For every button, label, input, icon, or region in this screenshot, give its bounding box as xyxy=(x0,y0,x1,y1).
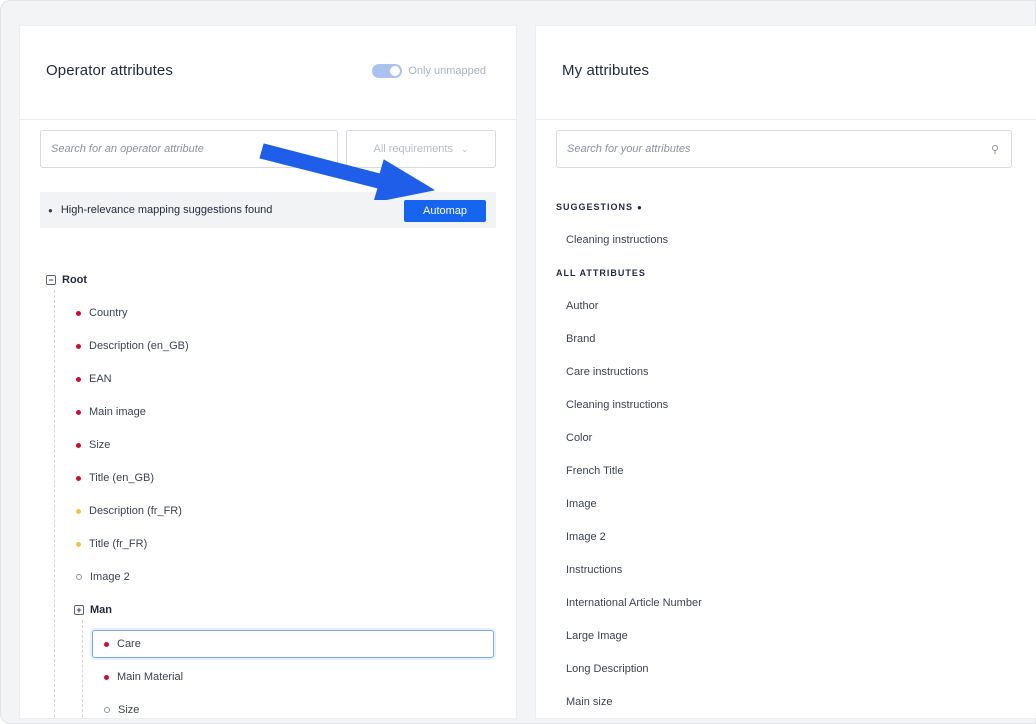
recommended-dot-icon xyxy=(76,508,81,514)
toggle-label: Only unmapped xyxy=(408,65,486,77)
tree-item[interactable]: Description (fr_FR) xyxy=(76,505,182,517)
tree-item-label: Size xyxy=(118,704,140,716)
tree-item-label: Main image xyxy=(89,406,146,418)
search-icon[interactable]: ⚲ xyxy=(991,143,999,156)
chevron-down-icon: ⌄ xyxy=(460,143,469,154)
suggestion-text: High-relevance mapping suggestions found xyxy=(60,204,273,216)
tree-item-label: Description (fr_FR) xyxy=(89,505,182,517)
tree-item-label: Title (en_GB) xyxy=(89,472,155,484)
operator-search-input[interactable]: Search for an operator attribute xyxy=(40,130,338,168)
required-dot-icon xyxy=(76,343,81,349)
attribute-list-item[interactable]: Color xyxy=(566,432,592,444)
tree-item-label: Main Material xyxy=(117,671,184,683)
attribute-list-item[interactable]: Instructions xyxy=(566,564,622,576)
man-label: Man xyxy=(90,604,112,616)
selected-item-highlight xyxy=(92,630,494,658)
my-attributes-header: My attributes xyxy=(536,26,1036,120)
automap-button[interactable]: Automap xyxy=(404,200,486,222)
suggested-attribute[interactable]: Cleaning instructions xyxy=(566,234,668,246)
optional-dot-icon xyxy=(76,574,82,580)
tree-item[interactable]: Title (en_GB) xyxy=(76,472,154,484)
attribute-list-item[interactable]: Image xyxy=(566,498,597,510)
tree-item-label: Description (en_GB) xyxy=(89,340,189,352)
attribute-list-item[interactable]: Cleaning instructions xyxy=(566,399,668,411)
toggle-switch[interactable] xyxy=(372,64,403,78)
expand-icon[interactable]: + xyxy=(74,605,84,615)
attribute-list-item[interactable]: International Article Number xyxy=(566,597,702,609)
tree-item[interactable]: Description (en_GB) xyxy=(76,340,189,352)
tree-item-label: Size xyxy=(89,439,111,451)
required-dot-icon xyxy=(76,442,81,448)
tree-item[interactable]: Country xyxy=(76,307,128,319)
requirements-select[interactable]: All requirements ⌄ xyxy=(346,130,496,168)
tree-item-label: Title (fr_FR) xyxy=(89,538,148,550)
tree-item[interactable]: Size xyxy=(76,439,110,451)
my-attributes-panel: My attributes Search for your attributes… xyxy=(536,26,1036,718)
attribute-list-item[interactable]: Brand xyxy=(566,333,595,345)
attribute-list-item[interactable]: Author xyxy=(566,300,598,312)
tree-item-label: Country xyxy=(89,307,128,319)
brain-icon: ● xyxy=(48,205,53,215)
attribute-list-item[interactable]: Large Image xyxy=(566,630,628,642)
tree-item[interactable]: Image 2 xyxy=(76,571,130,583)
tree-item[interactable]: Size xyxy=(104,704,139,716)
required-dot-icon xyxy=(76,310,81,316)
brain-icon: ● xyxy=(637,202,643,212)
tree-node-root[interactable]: − Root xyxy=(46,274,87,286)
required-dot-icon xyxy=(76,376,81,382)
my-attributes-search-input[interactable]: Search for your attributes ⚲ xyxy=(556,130,1012,168)
window-frame: Operator attributes Only unmapped Search… xyxy=(0,0,1036,724)
tree-item[interactable]: Main image xyxy=(76,406,146,418)
recommended-dot-icon xyxy=(76,541,81,547)
required-dot-icon xyxy=(76,409,81,415)
suggestions-heading-text: SUGGESTIONS xyxy=(556,202,634,212)
search-placeholder: Search for your attributes xyxy=(567,143,691,155)
tree-item-label: Image 2 xyxy=(90,571,130,583)
all-attributes-heading: ALL ATTRIBUTES xyxy=(556,268,646,278)
root-label: Root xyxy=(62,274,88,286)
attribute-list-item[interactable]: Care instructions xyxy=(566,366,649,378)
attribute-list-item[interactable]: French Title xyxy=(566,465,623,477)
tree-item-selected[interactable]: Care xyxy=(104,638,141,650)
my-attributes-title: My attributes xyxy=(562,62,650,79)
operator-panel-header: Operator attributes Only unmapped xyxy=(20,26,516,120)
suggestion-banner: ● High-relevance mapping suggestions fou… xyxy=(40,192,496,228)
collapse-icon[interactable]: − xyxy=(46,275,56,285)
required-dot-icon xyxy=(104,641,109,647)
optional-dot-icon xyxy=(104,707,110,713)
attribute-list-item[interactable]: Long Description xyxy=(566,663,649,675)
only-unmapped-toggle[interactable]: Only unmapped xyxy=(372,64,486,78)
tree-item[interactable]: Main Material xyxy=(104,671,183,683)
requirements-select-value: All requirements xyxy=(373,143,453,155)
tree-guide-line xyxy=(82,620,83,718)
tree-item[interactable]: Title (fr_FR) xyxy=(76,538,147,550)
attribute-list-item[interactable]: Image 2 xyxy=(566,531,606,543)
tree-item-label: EAN xyxy=(89,373,112,385)
tree-node-man[interactable]: + Man xyxy=(74,604,112,616)
required-dot-icon xyxy=(76,475,81,481)
operator-panel-title: Operator attributes xyxy=(46,62,173,79)
tree-guide-line xyxy=(54,290,55,718)
suggestions-heading: SUGGESTIONS ● xyxy=(556,202,643,212)
operator-attributes-panel: Operator attributes Only unmapped Search… xyxy=(20,26,516,718)
tree-item-label: Care xyxy=(117,638,141,650)
tree-item[interactable]: EAN xyxy=(76,373,112,385)
required-dot-icon xyxy=(104,674,109,680)
attribute-list-item[interactable]: Main size xyxy=(566,696,612,708)
